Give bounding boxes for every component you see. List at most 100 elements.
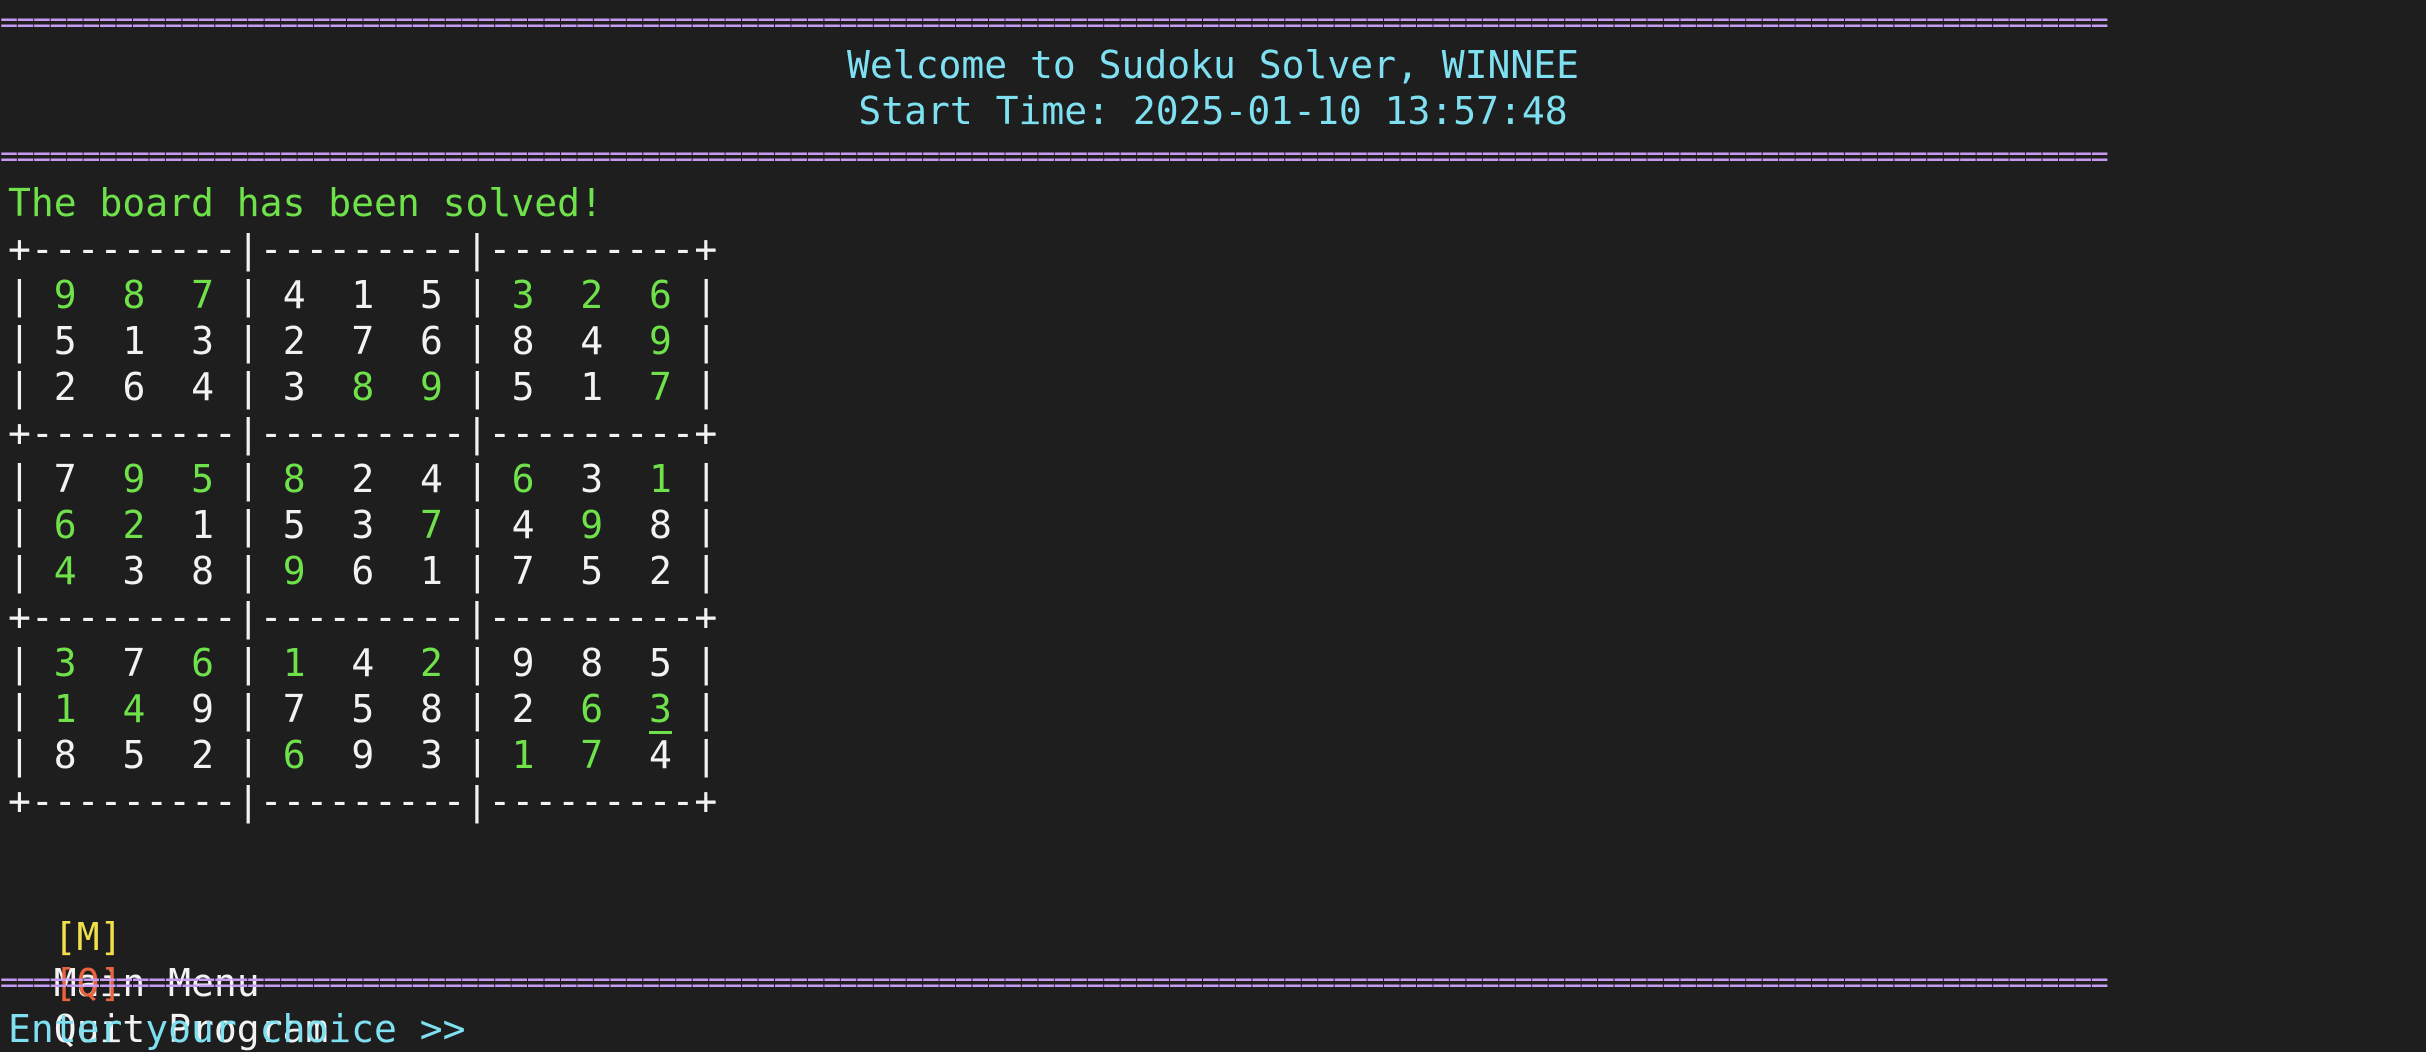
- board-cell: 9: [351, 733, 375, 777]
- board-cell: 1: [580, 365, 604, 409]
- board-cell: 3: [648, 687, 672, 734]
- board-cell: 2: [511, 687, 535, 731]
- board-cell: 2: [53, 365, 77, 409]
- board-cell: 2: [351, 457, 375, 501]
- board-border-mid: +---------|---------|---------+: [8, 411, 718, 455]
- board-cell: 4: [580, 319, 604, 363]
- board-cell: 5: [580, 549, 604, 593]
- board-cell: 8: [420, 687, 443, 731]
- board-cell: 3: [351, 503, 375, 547]
- board-cell: 4: [122, 687, 146, 731]
- board-border-bottom: +---------|---------|---------+: [8, 779, 718, 823]
- board-cell: 5: [648, 641, 672, 685]
- board-cell: 3: [122, 549, 146, 593]
- board-cell: 1: [191, 503, 215, 547]
- board-cell: 2: [420, 641, 443, 685]
- separator-bottom: ========================================…: [0, 965, 2109, 1000]
- board-cell: 6: [122, 365, 146, 409]
- board-cell: 7: [191, 273, 215, 317]
- board-cell: 4: [191, 365, 215, 409]
- board-cell: 9: [420, 365, 443, 409]
- board-cell: 4: [420, 457, 443, 501]
- board-cell: 7: [511, 549, 535, 593]
- board-cell: 7: [420, 503, 443, 547]
- input-prompt[interactable]: Enter your choice >>: [8, 1006, 2426, 1052]
- board-cell: 6: [648, 273, 672, 317]
- board-row: | 8 5 2 | 6 9 3 | 1 7 4 |: [8, 733, 718, 777]
- board-cell: 7: [351, 319, 375, 363]
- board-cell: 6: [420, 319, 443, 363]
- board-cell: 4: [648, 733, 672, 777]
- board-cell: 9: [282, 549, 306, 593]
- board-cell: 8: [511, 319, 535, 363]
- board-cell: 8: [351, 365, 375, 409]
- board-cell: 7: [53, 457, 77, 501]
- board-cell: 2: [282, 319, 306, 363]
- board-cell: 3: [53, 641, 77, 685]
- board-cell: 4: [511, 503, 535, 547]
- board-cell: 6: [580, 687, 604, 731]
- board-cell: 6: [282, 733, 306, 777]
- board-cell: 2: [122, 503, 146, 547]
- board-cell: 5: [282, 503, 306, 547]
- board-cell: 5: [191, 457, 215, 501]
- board-cell: 6: [53, 503, 77, 547]
- board-cell: 3: [282, 365, 306, 409]
- start-time: Start Time: 2025-01-10 13:57:48: [858, 89, 1568, 133]
- board-cell: 5: [420, 273, 443, 317]
- board-cell: 6: [191, 641, 215, 685]
- board-cell: 1: [511, 733, 535, 777]
- board-cell: 5: [53, 319, 77, 363]
- solved-status: The board has been solved!: [8, 181, 603, 225]
- board-cell: 7: [648, 365, 672, 409]
- board-cell: 1: [351, 273, 375, 317]
- separator-top: ========================================…: [0, 5, 2109, 40]
- board-cell: 3: [511, 273, 535, 317]
- board-cell: 8: [648, 503, 672, 547]
- board-cell: 9: [511, 641, 535, 685]
- board-cell: 4: [53, 549, 77, 593]
- board-cell: 1: [122, 319, 146, 363]
- board-cell: 8: [53, 733, 77, 777]
- board-cell: 2: [580, 273, 604, 317]
- board-cell: 5: [122, 733, 146, 777]
- board-cell: 3: [191, 319, 215, 363]
- board-row: | 6 2 1 | 5 3 7 | 4 9 8 |: [8, 503, 718, 547]
- board-row: | 5 1 3 | 2 7 6 | 8 4 9 |: [8, 319, 718, 363]
- board-cell: 9: [648, 319, 672, 363]
- board-row: | 3 7 6 | 1 4 2 | 9 8 5 |: [8, 641, 718, 685]
- board-row: | 9 8 7 | 4 1 5 | 3 2 6 |: [8, 273, 718, 317]
- board-cell: 6: [351, 549, 375, 593]
- board-cell: 3: [420, 733, 443, 777]
- board-row: | 7 9 5 | 8 2 4 | 6 3 1 |: [8, 457, 718, 501]
- board-border-top: +---------|---------|---------+: [8, 227, 718, 271]
- board-cell: 3: [580, 457, 604, 501]
- welcome-title: Welcome to Sudoku Solver, WINNEE: [846, 43, 1580, 87]
- board-cell: 5: [511, 365, 535, 409]
- board-border-mid: +---------|---------|---------+: [8, 595, 718, 639]
- board-cell: 7: [122, 641, 146, 685]
- board-row: | 4 3 8 | 9 6 1 | 7 5 2 |: [8, 549, 718, 593]
- board-cell: 9: [580, 503, 604, 547]
- board-row: | 2 6 4 | 3 8 9 | 5 1 7 |: [8, 365, 718, 409]
- board-cell: 8: [580, 641, 604, 685]
- board-cell: 9: [53, 273, 77, 317]
- board-cell: 9: [191, 687, 215, 731]
- menu-item-main[interactable]: [M] Main Menu: [8, 868, 2426, 1005]
- menu-item-quit[interactable]: [Q] Quit Program: [8, 914, 2426, 1051]
- board-cell: 7: [580, 733, 604, 777]
- board-cell: 4: [282, 273, 306, 317]
- board-cell: 2: [191, 733, 215, 777]
- board-cell: 5: [351, 687, 375, 731]
- board-cell: 7: [282, 687, 306, 731]
- board-cell: 1: [53, 687, 77, 731]
- board-cell: 1: [282, 641, 306, 685]
- board-cell: 6: [511, 457, 535, 501]
- board-cell: 9: [122, 457, 146, 501]
- board-cell: 2: [648, 549, 672, 593]
- board-cell: 4: [351, 641, 375, 685]
- separator-header-bottom: ========================================…: [0, 139, 2109, 174]
- board-cell: 1: [420, 549, 443, 593]
- board-cell: 8: [122, 273, 146, 317]
- board-cell: 8: [282, 457, 306, 501]
